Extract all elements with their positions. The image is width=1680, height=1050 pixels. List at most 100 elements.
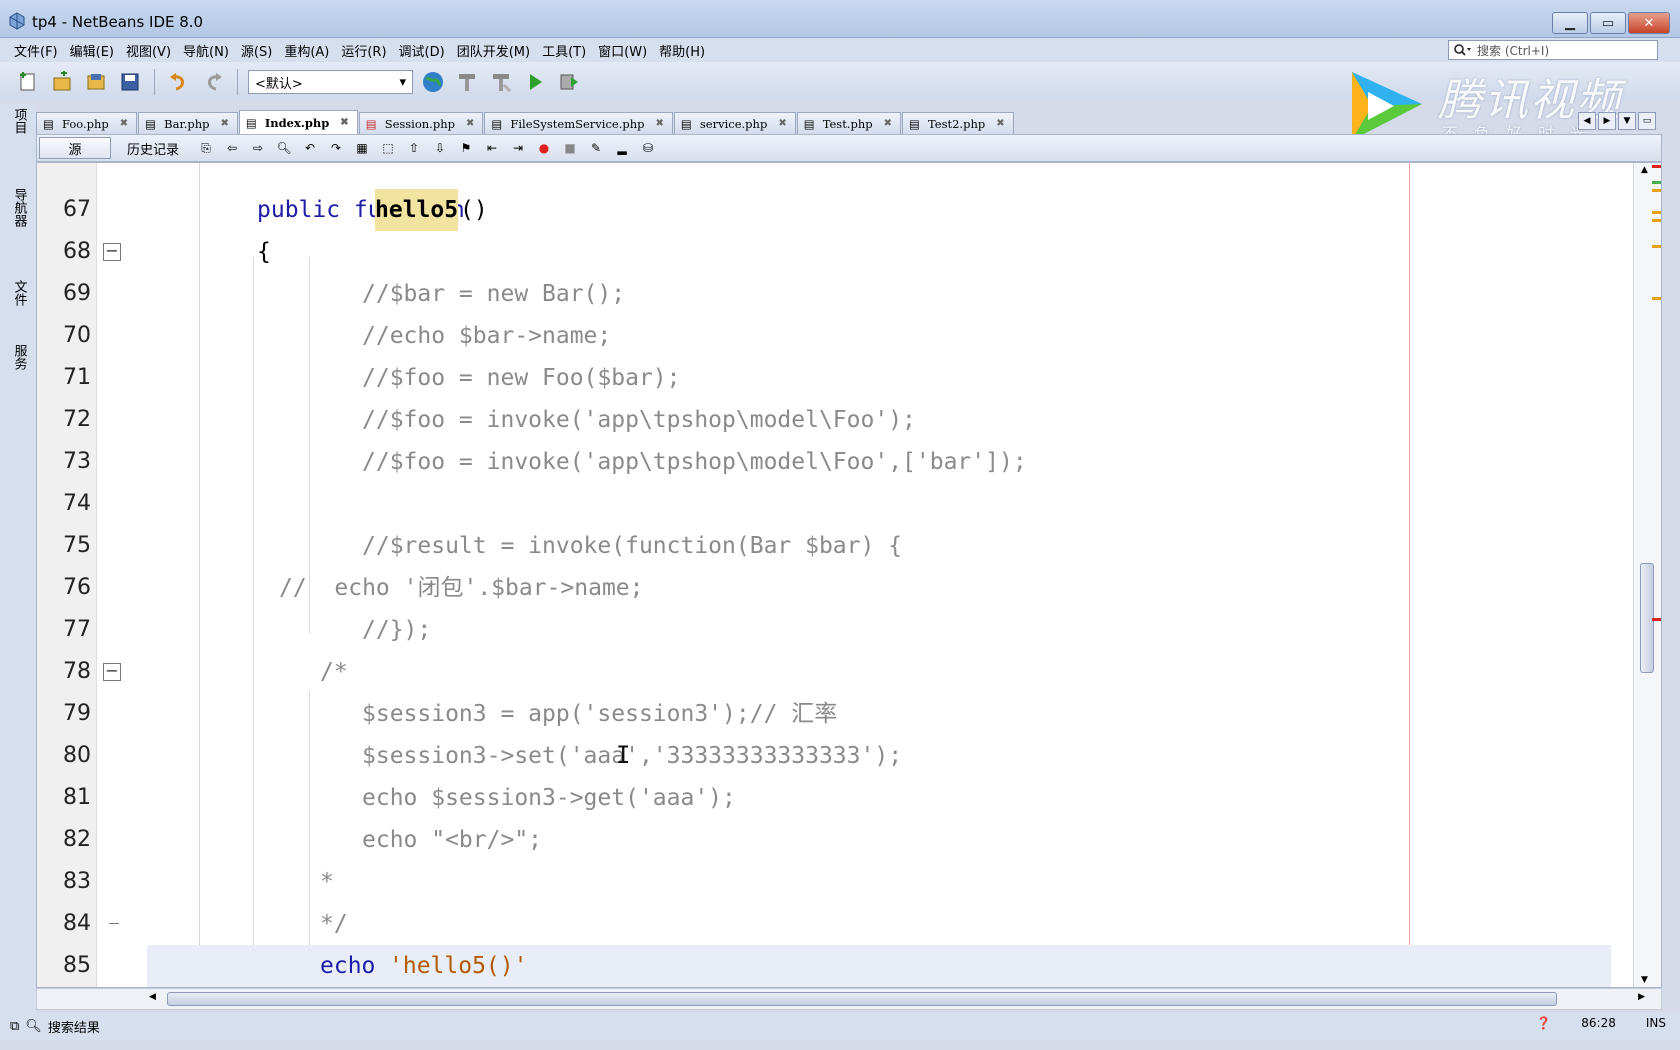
scroll-tabs-left-icon[interactable]: ◀ [1578, 112, 1596, 130]
undo-icon[interactable] [165, 68, 193, 96]
warning-mark[interactable] [1652, 245, 1661, 248]
menu-team[interactable]: 团队开发(M) [451, 41, 536, 60]
source-view-button[interactable]: 源 [39, 137, 111, 159]
menu-navigate[interactable]: 导航(N) [177, 41, 235, 60]
toggle-rect-selection-icon[interactable]: ⬚ [377, 137, 399, 159]
restore-window-icon[interactable]: ⧉ [10, 1019, 19, 1034]
start-macro-icon[interactable]: ● [533, 137, 555, 159]
close-icon[interactable]: ✖ [466, 118, 474, 129]
new-project-icon[interactable] [48, 68, 76, 96]
uncomment-icon[interactable]: ▂ [611, 137, 633, 159]
line-number: 81 [63, 785, 91, 810]
maximize-button[interactable]: ▭ [1590, 12, 1626, 34]
menu-view[interactable]: 视图(V) [120, 41, 177, 60]
notifications-icon[interactable]: ❓ [1536, 1016, 1551, 1030]
database-icon[interactable]: ⛁ [637, 137, 659, 159]
maximize-editor-icon[interactable]: ▭ [1638, 112, 1656, 130]
close-icon[interactable]: ✖ [996, 118, 1004, 129]
next-bookmark-icon[interactable]: ⇩ [429, 137, 451, 159]
fold-collapse-icon[interactable]: − [103, 663, 121, 681]
scroll-tabs-right-icon[interactable]: ▶ [1598, 112, 1616, 130]
last-edit-icon[interactable]: ⎘ [195, 137, 217, 159]
find-icon[interactable]: 🔍︎ [273, 137, 295, 159]
scroll-right-icon[interactable]: ▶ [1638, 992, 1645, 1002]
tab-list-dropdown-icon[interactable]: ▼ [1618, 112, 1636, 130]
save-all-icon[interactable] [116, 68, 144, 96]
tab-test[interactable]: ▤ Test.php ✖ [796, 112, 901, 134]
menu-source[interactable]: 源(S) [235, 41, 278, 60]
new-file-icon[interactable] [14, 68, 42, 96]
clean-build-icon[interactable] [487, 68, 515, 96]
toggle-highlight-icon[interactable]: ▦ [351, 137, 373, 159]
configuration-select[interactable]: <默认> ▾ [248, 70, 413, 94]
sidebar-item-files[interactable]: 文件 [8, 280, 30, 306]
fold-collapse-icon[interactable]: − [103, 243, 121, 261]
menu-edit[interactable]: 编辑(E) [64, 41, 120, 60]
toggle-bookmark-icon[interactable]: ⚑ [455, 137, 477, 159]
line-number: 75 [63, 533, 91, 558]
scroll-up-icon[interactable]: ▲ [1641, 165, 1648, 175]
history-view-button[interactable]: 历史记录 [115, 137, 191, 159]
redo-icon[interactable] [199, 68, 227, 96]
sidebar-item-projects[interactable]: 项目 [8, 108, 30, 134]
menu-window[interactable]: 窗口(W) [592, 41, 653, 60]
build-hammer-icon[interactable] [453, 68, 481, 96]
find-next-icon[interactable]: ↷ [325, 137, 347, 159]
close-icon[interactable]: ✖ [221, 118, 229, 129]
horizontal-scrollbar[interactable]: ◀ ▶ [36, 988, 1662, 1010]
close-icon[interactable]: ✖ [340, 117, 348, 128]
tab-index[interactable]: ▤ Index.php ✖ [238, 110, 358, 134]
close-icon[interactable]: ✖ [884, 118, 892, 129]
change-mark[interactable] [1652, 181, 1661, 184]
minimize-button[interactable]: ▁ [1552, 12, 1588, 34]
tab-foo[interactable]: ▤ Foo.php ✖ [36, 112, 138, 134]
tab-bar[interactable]: ▤ Bar.php ✖ [138, 112, 238, 134]
code-editor[interactable]: 67 68 public function hello5 () 69 − { 7… [36, 162, 1662, 988]
warning-mark[interactable] [1652, 189, 1661, 192]
code-area[interactable]: 67 68 public function hello5 () 69 − { 7… [63, 163, 1611, 987]
debug-project-icon[interactable] [555, 68, 583, 96]
fold-end-marker [109, 903, 119, 924]
php-file-icon: ▤ [803, 116, 815, 131]
shift-left-icon[interactable]: ⇤ [481, 137, 503, 159]
close-icon[interactable]: ✖ [120, 118, 128, 129]
warning-mark[interactable] [1652, 211, 1661, 214]
menu-debug[interactable]: 调试(D) [393, 41, 451, 60]
close-icon[interactable]: ✖ [778, 118, 786, 129]
browser-globe-icon[interactable] [419, 68, 447, 96]
tab-service[interactable]: ▤ service.php ✖ [673, 112, 796, 134]
close-button[interactable]: ✕ [1628, 12, 1670, 34]
search-results-tab[interactable]: 搜索结果 [48, 1017, 100, 1036]
menu-refactor[interactable]: 重构(A) [278, 41, 335, 60]
forward-icon[interactable]: ⇨ [247, 137, 269, 159]
find-previous-icon[interactable]: ↶ [299, 137, 321, 159]
sidebar-item-services[interactable]: 服务 [8, 344, 30, 370]
horizontal-scroll-thumb[interactable] [167, 992, 1557, 1006]
warning-mark[interactable] [1652, 297, 1661, 300]
scroll-down-icon[interactable]: ▼ [1641, 975, 1648, 985]
error-mark[interactable] [1652, 165, 1661, 168]
tab-filesystemservice[interactable]: ▤ FileSystemService.php ✖ [484, 112, 673, 134]
warning-mark[interactable] [1652, 219, 1661, 222]
error-mark[interactable] [1652, 618, 1661, 621]
menu-run[interactable]: 运行(R) [335, 41, 392, 60]
tab-test2[interactable]: ▤ Test2.php ✖ [902, 112, 1014, 134]
previous-bookmark-icon[interactable]: ⇧ [403, 137, 425, 159]
code-comment: /* [320, 659, 348, 685]
tab-session[interactable]: ▤ Session.php ✖ [358, 112, 484, 134]
code-line: 81 $session3->set('aaa','33333333333333'… [63, 735, 1611, 810]
comment-icon[interactable]: ✎ [585, 137, 607, 159]
search-input[interactable]: 搜索 (Ctrl+I) [1448, 40, 1658, 60]
run-project-icon[interactable] [521, 68, 549, 96]
shift-right-icon[interactable]: ⇥ [507, 137, 529, 159]
close-icon[interactable]: ✖ [656, 118, 664, 129]
stop-macro-icon[interactable]: ■ [559, 137, 581, 159]
back-icon[interactable]: ⇦ [221, 137, 243, 159]
menu-help[interactable]: 帮助(H) [653, 41, 711, 60]
open-project-icon[interactable] [82, 68, 110, 96]
menu-file[interactable]: 文件(F) [8, 41, 64, 60]
scroll-left-icon[interactable]: ◀ [149, 992, 156, 1002]
menu-tools[interactable]: 工具(T) [536, 41, 592, 60]
vertical-scrollbar[interactable]: ▲ ▼ [1633, 163, 1661, 987]
sidebar-item-navigator[interactable]: 导航器 [8, 188, 30, 227]
